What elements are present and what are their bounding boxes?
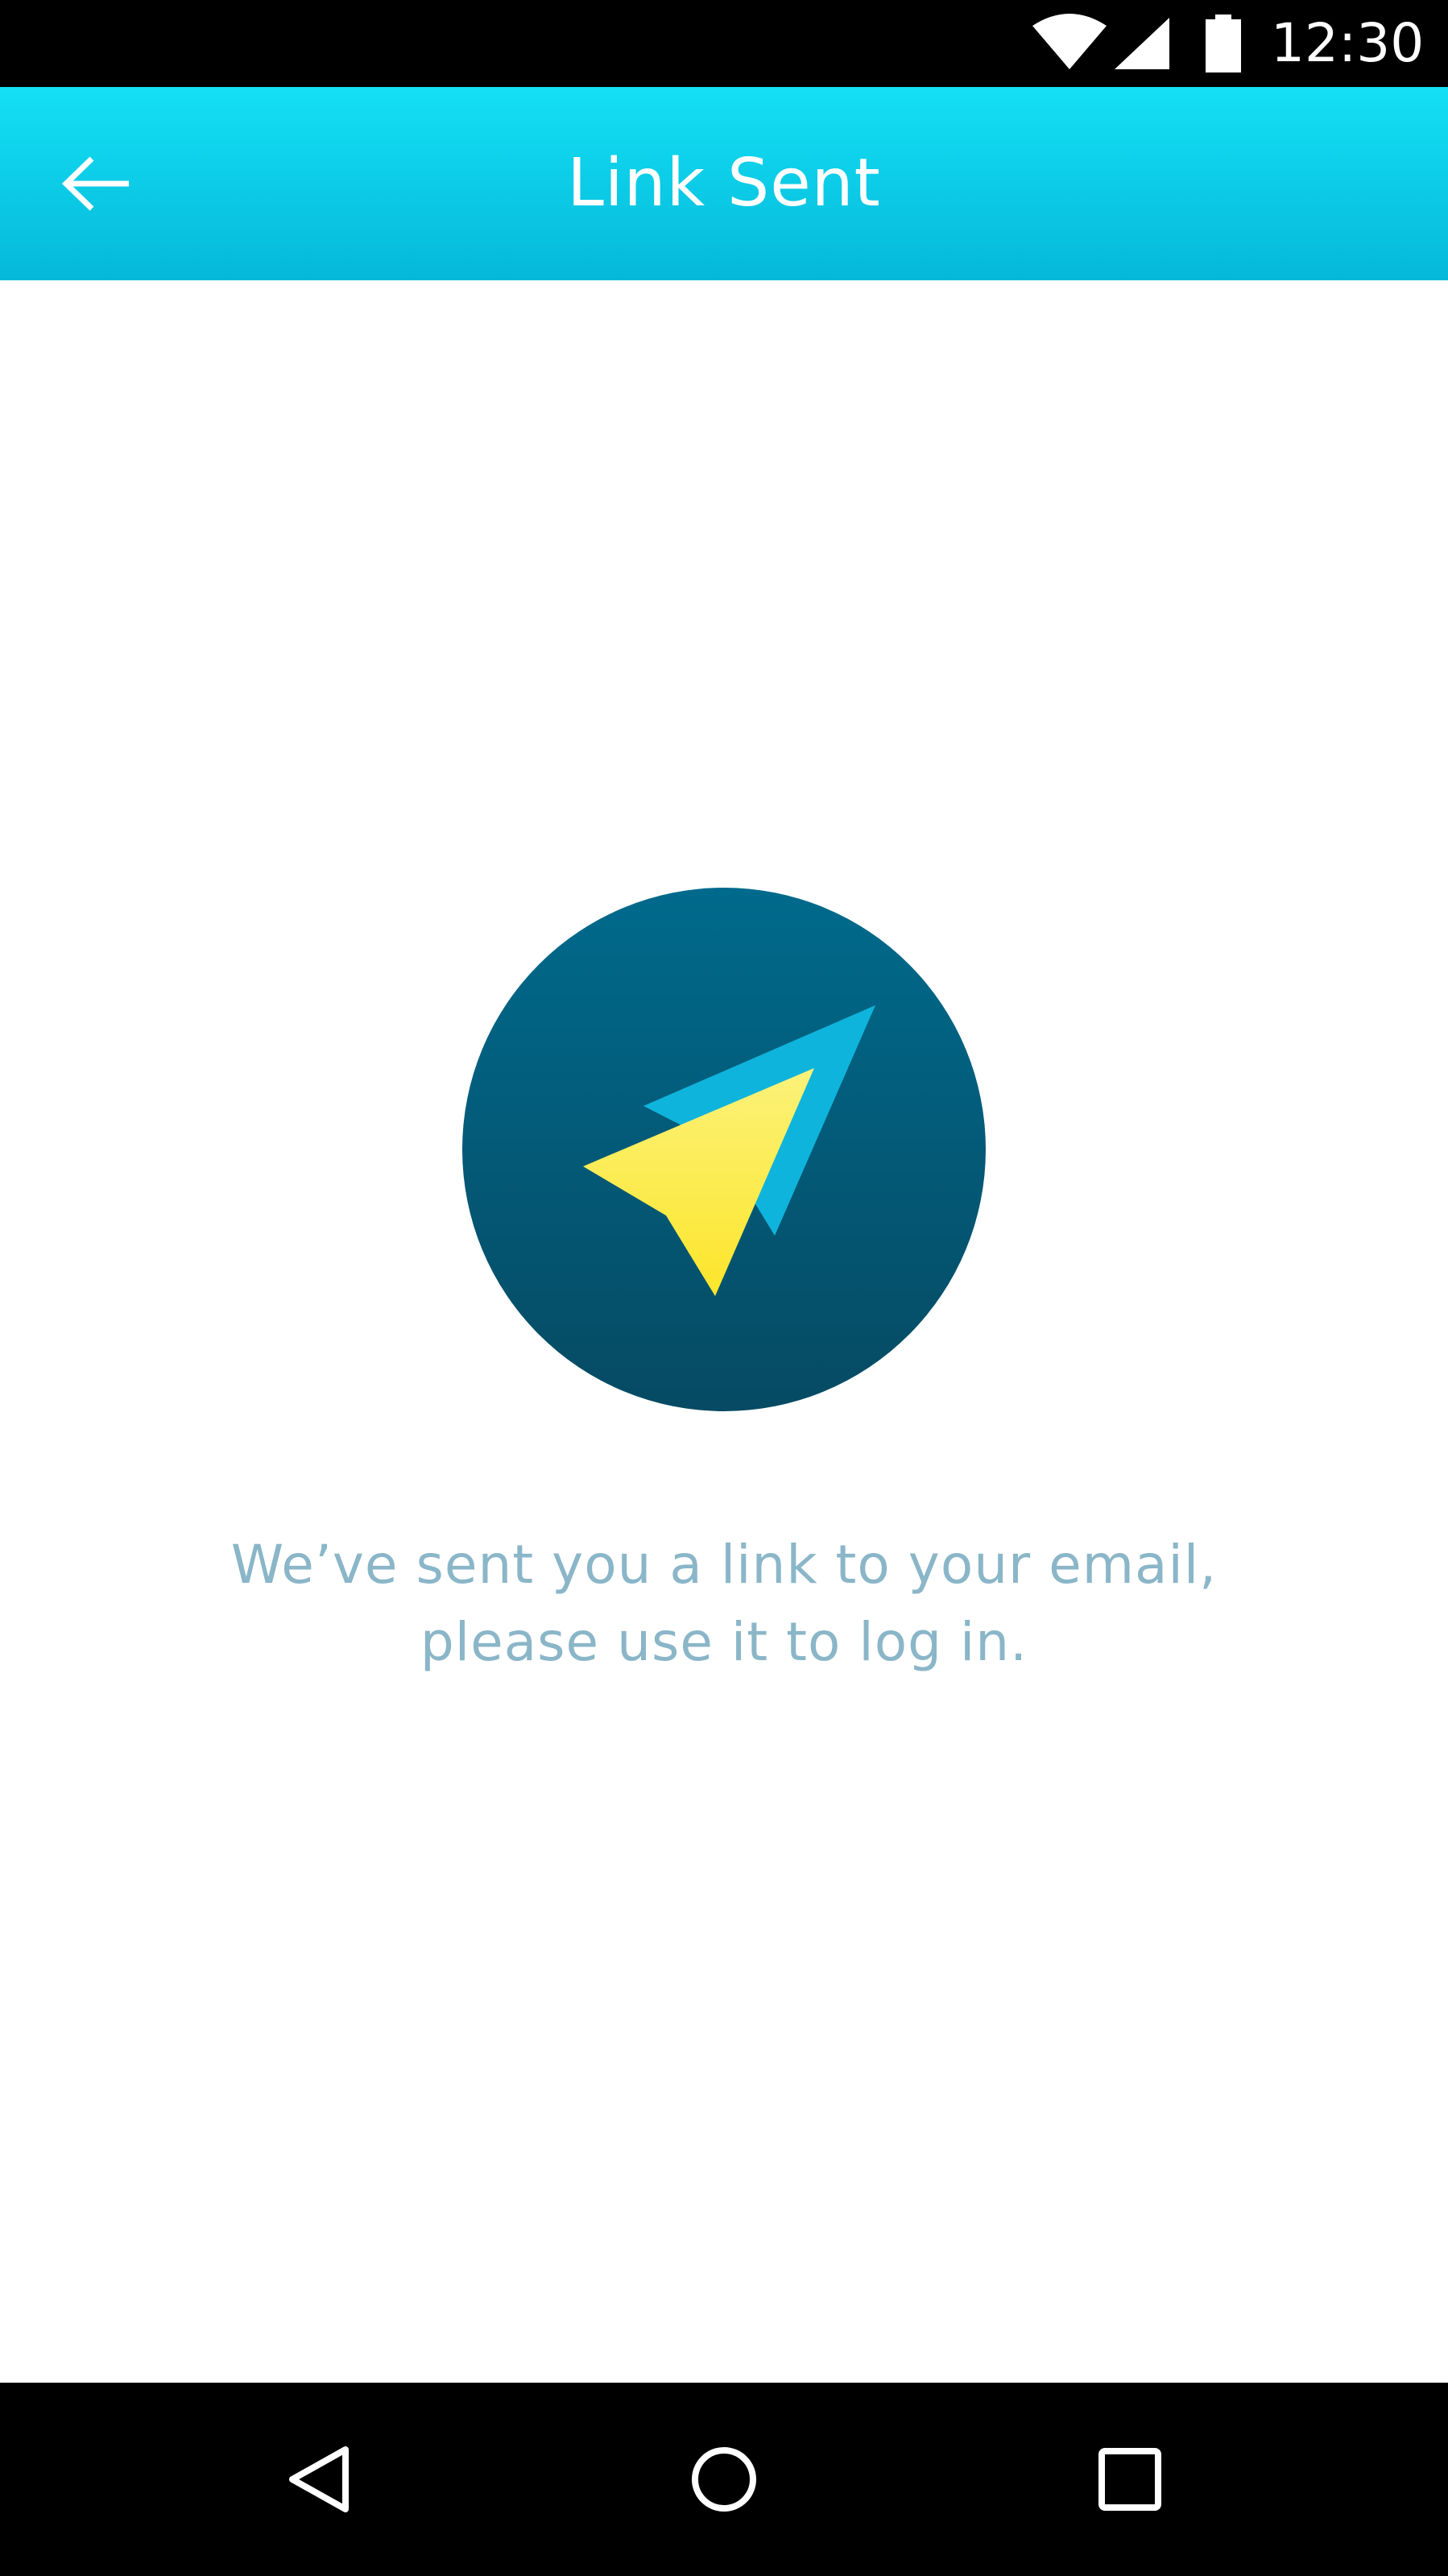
- nav-back-icon: [289, 2446, 349, 2512]
- link-sent-screen: 12:30 Link Sent We’ve sent you a link to…: [0, 0, 1448, 2576]
- nav-home-button[interactable]: [668, 2423, 780, 2536]
- message-line-1: We’ve sent you a link to your email,: [230, 1534, 1218, 1596]
- nav-back-button[interactable]: [264, 2423, 377, 2536]
- wifi-icon: [1032, 14, 1107, 69]
- nav-home-icon: [692, 2447, 756, 2512]
- app-bar: Link Sent: [0, 87, 1448, 280]
- paper-plane-illustration: [462, 888, 986, 1411]
- message-line-2: please use it to log in.: [420, 1611, 1028, 1673]
- arrow-back-icon: [61, 156, 129, 211]
- nav-recents-button[interactable]: [1074, 2423, 1186, 2536]
- confirmation-message: We’ve sent you a link to your email, ple…: [161, 1526, 1287, 1681]
- battery-icon: [1206, 14, 1241, 72]
- status-bar: 12:30: [0, 0, 1448, 87]
- status-time: 12:30: [1271, 12, 1425, 74]
- nav-recents-icon: [1098, 2448, 1161, 2511]
- system-navigation-bar: [0, 2383, 1448, 2576]
- signal-icon: [1115, 18, 1169, 69]
- back-button[interactable]: [48, 135, 145, 232]
- page-title: Link Sent: [567, 145, 881, 222]
